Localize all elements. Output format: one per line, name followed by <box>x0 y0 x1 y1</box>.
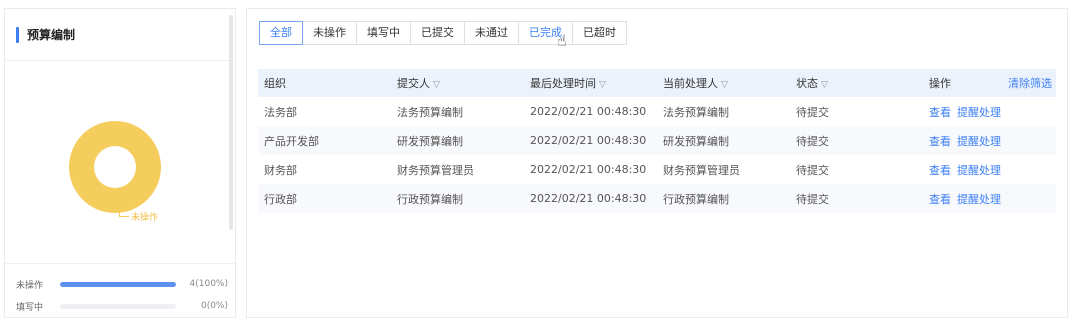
col-org: 组织 <box>264 77 286 90</box>
cell-org: 产品开发部 <box>264 134 319 148</box>
col-ops: 操作 清除筛选 <box>929 75 1052 91</box>
cell-status: 待提交 <box>796 192 829 206</box>
stat-value: 4(100%) <box>189 279 228 289</box>
cell-org: 法务部 <box>264 105 297 119</box>
tab-submitted[interactable]: 已提交 <box>410 21 465 45</box>
filter-icon[interactable]: ▽ <box>721 80 728 90</box>
stat-progress-bar <box>60 281 176 287</box>
cell-time: 2022/02/21 00:48:30 <box>530 163 647 176</box>
cell-time: 2022/02/21 00:48:30 <box>530 105 647 118</box>
donut-slice-not-operated <box>69 121 161 213</box>
filter-icon[interactable]: ▽ <box>821 80 828 90</box>
table-row: 法务部 法务预算编制 2022/02/21 00:48:30 法务预算编制 待提… <box>258 97 1056 126</box>
view-link[interactable]: 查看 <box>929 164 951 177</box>
cell-handler: 行政预算编制 <box>663 192 729 206</box>
tab-not-operated[interactable]: 未操作 <box>302 21 357 45</box>
cell-ops: 查看 提醒处理 <box>923 184 1056 213</box>
table-row: 财务部 财务预算管理员 2022/02/21 00:48:30 财务预算管理员 … <box>258 155 1056 184</box>
table-header-row: 组织 提交人 ▽ 最后处理时间 ▽ 当前处理人 ▽ 状态 ▽ 操作 清除筛选 <box>258 69 1056 97</box>
task-panel: 全部 未操作 填写中 已提交 未通过 已完成 已超时 ☝ 组织 提交人 ▽ 最后处… <box>246 8 1068 318</box>
table-row: 产品开发部 研发预算编制 2022/02/21 00:48:30 研发预算编制 … <box>258 126 1056 155</box>
tab-all[interactable]: 全部 <box>259 21 303 45</box>
cell-org: 行政部 <box>264 192 297 206</box>
donut-leader-line <box>119 205 129 217</box>
remind-link[interactable]: 提醒处理 <box>957 193 1001 206</box>
filter-icon[interactable]: ▽ <box>599 80 606 90</box>
donut-label: 未操作 <box>131 213 159 223</box>
stat-progress-fill <box>60 281 176 287</box>
stat-name: 未操作 <box>16 280 44 291</box>
stat-name: 填写中 <box>16 302 44 313</box>
summary-scrollbar[interactable] <box>229 15 233 230</box>
col-submitter[interactable]: 提交人 ▽ <box>391 69 524 97</box>
divider <box>5 263 235 264</box>
cell-status: 待提交 <box>796 163 829 177</box>
accent-bar <box>16 26 19 43</box>
stat-row-not-operated: 未操作 4(100%) <box>16 277 228 291</box>
stat-value: 0(0%) <box>200 301 228 311</box>
cell-ops: 查看 提醒处理 <box>923 97 1056 126</box>
stat-row-filling: 填写中 0(0%) <box>16 299 228 313</box>
cell-time: 2022/02/21 00:48:30 <box>530 134 647 147</box>
summary-panel: 预算编制 未操作 未操作 4(100%) 填写中 0(0%) <box>4 8 236 318</box>
cell-time: 2022/02/21 00:48:30 <box>530 192 647 205</box>
tab-overdue[interactable]: 已超时 <box>572 21 627 45</box>
remind-link[interactable]: 提醒处理 <box>957 135 1001 148</box>
stat-progress-bar <box>60 303 176 309</box>
col-last-time[interactable]: 最后处理时间 ▽ <box>524 69 657 97</box>
cell-org: 财务部 <box>264 163 297 177</box>
tab-rejected[interactable]: 未通过 <box>464 21 519 45</box>
cell-status: 待提交 <box>796 105 829 119</box>
clear-filter-link[interactable]: 清除筛选 <box>1008 75 1052 91</box>
remind-link[interactable]: 提醒处理 <box>957 164 1001 177</box>
cell-ops: 查看 提醒处理 <box>923 155 1056 184</box>
cell-submitter: 行政预算编制 <box>397 192 463 206</box>
summary-header: 预算编制 <box>5 9 235 61</box>
cell-handler: 法务预算编制 <box>663 105 729 119</box>
cell-status: 待提交 <box>796 134 829 148</box>
cell-handler: 财务预算管理员 <box>663 163 740 177</box>
col-handler[interactable]: 当前处理人 ▽ <box>657 69 790 97</box>
status-tabs: 全部 未操作 填写中 已提交 未通过 已完成 已超时 <box>259 21 627 45</box>
summary-title: 预算编制 <box>27 28 76 42</box>
view-link[interactable]: 查看 <box>929 106 951 119</box>
cell-handler: 研发预算编制 <box>663 134 729 148</box>
remind-link[interactable]: 提醒处理 <box>957 106 1001 119</box>
tab-filling[interactable]: 填写中 <box>356 21 411 45</box>
cell-submitter: 法务预算编制 <box>397 105 463 119</box>
table-row: 行政部 行政预算编制 2022/02/21 00:48:30 行政预算编制 待提… <box>258 184 1056 213</box>
col-status[interactable]: 状态 ▽ <box>790 69 923 97</box>
filter-icon[interactable]: ▽ <box>433 80 440 90</box>
donut-chart <box>69 121 165 217</box>
hand-cursor-icon: ☝ <box>557 31 567 50</box>
cell-submitter: 研发预算编制 <box>397 134 463 148</box>
task-table: 组织 提交人 ▽ 最后处理时间 ▽ 当前处理人 ▽ 状态 ▽ 操作 清除筛选 法务部 法务… <box>258 69 1056 213</box>
view-link[interactable]: 查看 <box>929 193 951 206</box>
cell-submitter: 财务预算管理员 <box>397 163 474 177</box>
view-link[interactable]: 查看 <box>929 135 951 148</box>
cell-ops: 查看 提醒处理 <box>923 126 1056 155</box>
